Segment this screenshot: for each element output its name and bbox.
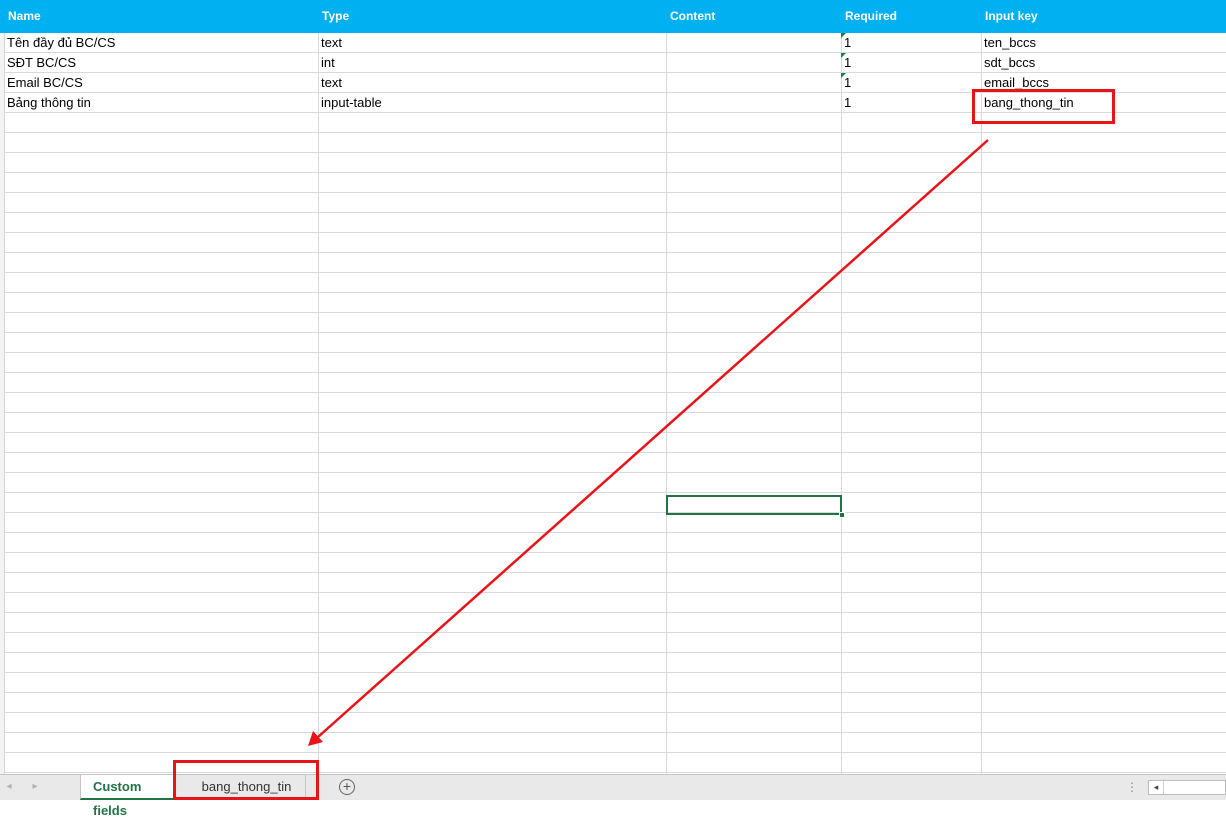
row-gridline — [4, 352, 1226, 353]
cell-required[interactable]: 1 — [841, 73, 981, 93]
row-gridline — [4, 232, 1226, 233]
cell-required[interactable]: 1 — [841, 33, 981, 53]
cell-content[interactable] — [666, 73, 841, 93]
cell-type[interactable]: text — [318, 73, 666, 93]
annotation-highlight-input-key — [972, 89, 1115, 124]
cell-name[interactable]: Tên đầy đủ BC/CS — [4, 33, 318, 53]
cell-input-key[interactable]: ten_bccs — [981, 33, 1226, 53]
cell-type[interactable]: text — [318, 33, 666, 53]
row-gridline — [4, 212, 1226, 213]
cell-required-value: 1 — [844, 95, 852, 110]
tab-custom-fields[interactable]: Custom fields — [80, 775, 176, 818]
horizontal-scrollbar[interactable]: ◂ — [1148, 780, 1226, 795]
cell-type[interactable]: input-table — [318, 93, 666, 113]
column-header-input-key[interactable]: Input key — [981, 0, 1226, 33]
header-row: Name Type Content Required Input key — [0, 0, 1226, 33]
gridline — [666, 33, 667, 774]
row-gridline — [4, 672, 1226, 673]
cell-input-key[interactable]: sdt_bccs — [981, 53, 1226, 73]
scroll-left-icon[interactable]: ◂ — [1149, 781, 1164, 794]
column-header-type[interactable]: Type — [318, 0, 667, 33]
gridline — [981, 33, 982, 774]
cell-name[interactable]: SĐT BC/CS — [4, 53, 318, 73]
row-header-strip — [0, 0, 5, 774]
cell-content[interactable] — [666, 53, 841, 73]
cell-required[interactable]: 1 — [841, 93, 981, 113]
row-gridline — [4, 552, 1226, 553]
row-gridline — [4, 532, 1226, 533]
row-gridline — [4, 652, 1226, 653]
row-gridline — [4, 152, 1226, 153]
more-options-icon[interactable]: ⋮ — [1126, 779, 1138, 795]
row-gridline — [4, 332, 1226, 333]
number-as-text-indicator-icon — [841, 53, 846, 58]
row-gridline — [4, 592, 1226, 593]
gridline — [841, 33, 842, 774]
prev-sheet-icon[interactable]: ◂ — [2, 779, 16, 795]
fill-handle[interactable] — [839, 512, 845, 518]
row-gridline — [4, 272, 1226, 273]
next-sheet-icon[interactable]: ▸ — [28, 779, 42, 795]
row-gridline — [4, 572, 1226, 573]
row-gridline — [4, 312, 1226, 313]
row-gridline — [4, 632, 1226, 633]
spreadsheet-grid[interactable]: Name Type Content Required Input key Tên… — [0, 0, 1226, 774]
column-header-required[interactable]: Required — [841, 0, 982, 33]
number-as-text-indicator-icon — [841, 73, 846, 78]
row-gridline — [4, 492, 1226, 493]
column-header-content[interactable]: Content — [666, 0, 842, 33]
column-header-name[interactable]: Name — [4, 0, 319, 33]
row-gridline — [4, 372, 1226, 373]
number-as-text-indicator-icon — [841, 33, 846, 38]
row-gridline — [4, 452, 1226, 453]
gridline — [318, 33, 319, 774]
table-row: Tên đầy đủ BC/CS text 1 ten_bccs — [0, 33, 1226, 53]
row-gridline — [4, 692, 1226, 693]
row-gridline — [4, 252, 1226, 253]
row-gridline — [4, 132, 1226, 133]
row-gridline — [4, 712, 1226, 713]
row-gridline — [4, 432, 1226, 433]
row-gridline — [4, 292, 1226, 293]
row-gridline — [4, 412, 1226, 413]
cell-required[interactable]: 1 — [841, 53, 981, 73]
cell-name[interactable]: Email BC/CS — [4, 73, 318, 93]
row-gridline — [4, 512, 1226, 513]
row-gridline — [4, 472, 1226, 473]
cell-name[interactable]: Bảng thông tin — [4, 93, 318, 113]
annotation-highlight-sheet-tab — [173, 760, 319, 800]
row-gridline — [4, 192, 1226, 193]
row-gridline — [4, 392, 1226, 393]
row-gridline — [4, 732, 1226, 733]
add-sheet-icon[interactable]: + — [339, 779, 355, 795]
row-gridline — [4, 752, 1226, 753]
table-row: SĐT BC/CS int 1 sdt_bccs — [0, 53, 1226, 73]
row-gridline — [4, 172, 1226, 173]
active-cell-selection[interactable] — [666, 495, 842, 515]
row-gridline — [4, 612, 1226, 613]
cell-type[interactable]: int — [318, 53, 666, 73]
cell-content[interactable] — [666, 93, 841, 113]
cell-content[interactable] — [666, 33, 841, 53]
